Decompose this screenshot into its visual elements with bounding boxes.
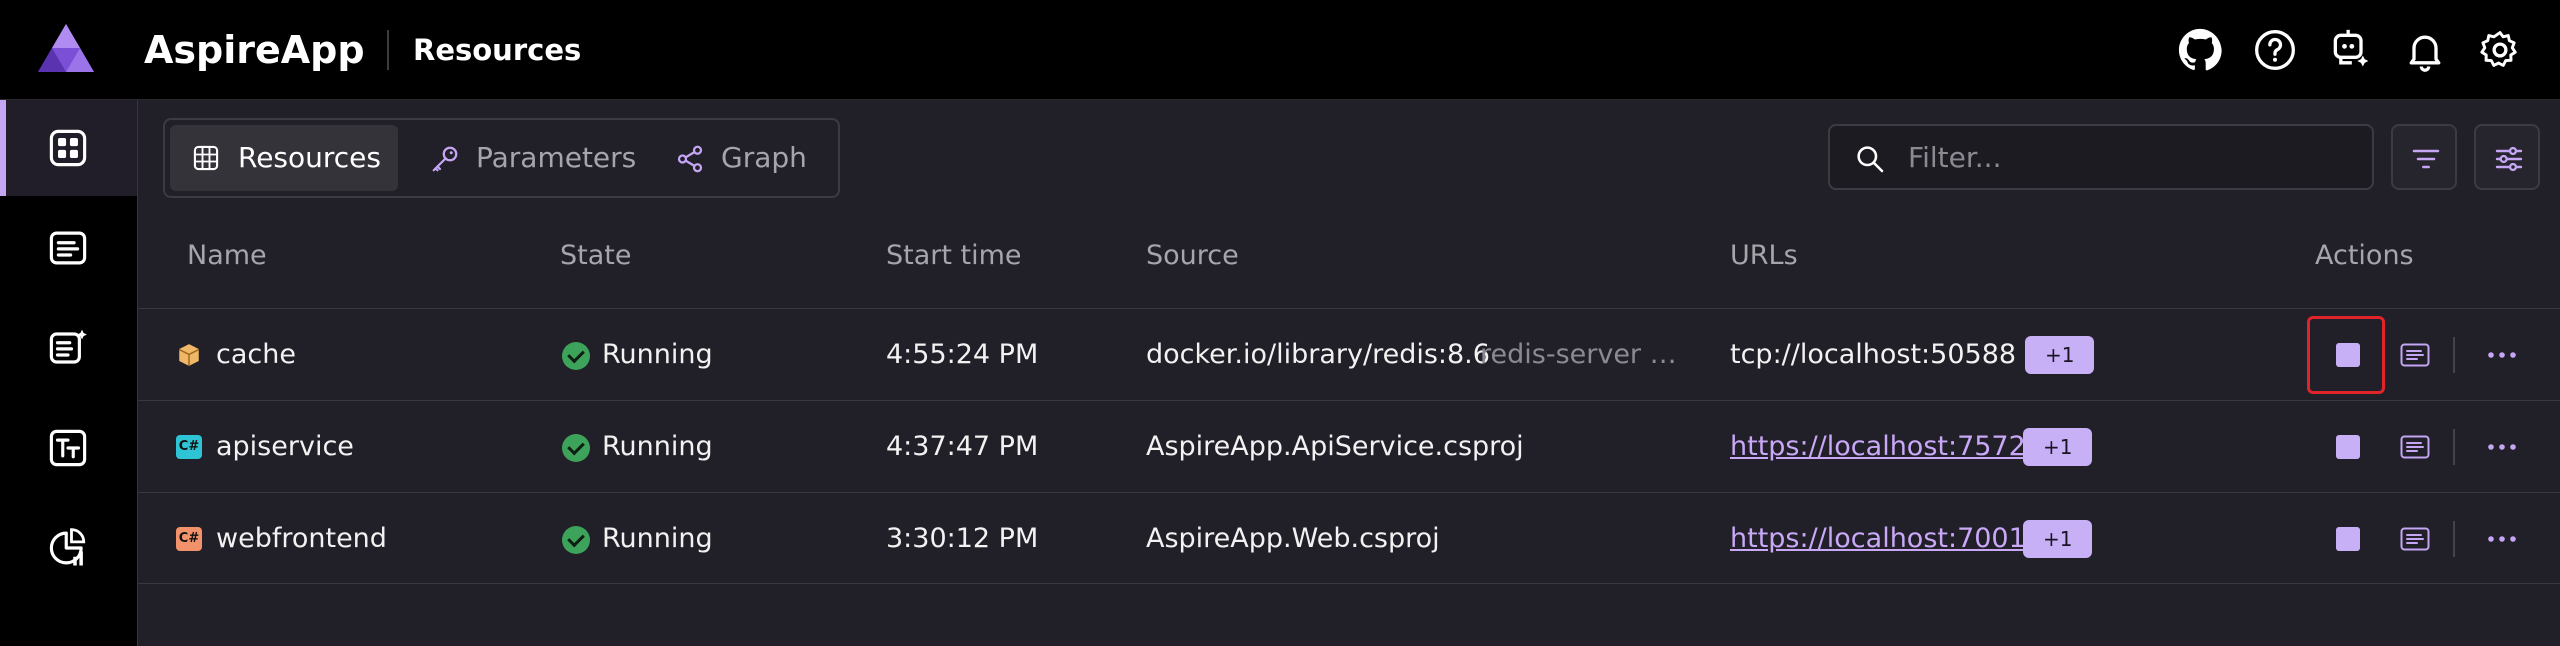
sliders-icon: [2495, 146, 2523, 172]
tab-resources-label: Resources: [238, 141, 381, 174]
action-divider: [2453, 521, 2455, 557]
resource-source: docker.io/library/redis:8.6: [1146, 339, 1490, 370]
csharp-project-icon: C#: [176, 527, 202, 551]
resource-name[interactable]: cache: [216, 309, 296, 401]
filter-lines-icon: [2412, 149, 2440, 169]
sidebar-item-metrics[interactable]: [0, 500, 137, 596]
copilot-icon[interactable]: [2328, 28, 2372, 72]
tab-graph[interactable]: Graph: [653, 125, 833, 191]
aspire-logo-icon[interactable]: [38, 24, 94, 74]
console-logs-button[interactable]: [2386, 309, 2442, 401]
filter-box: [1828, 124, 2374, 190]
console-logs-button[interactable]: [2386, 493, 2442, 585]
more-horizontal-icon: [2488, 444, 2516, 450]
resource-source: AspireApp.ApiService.csproj: [1146, 431, 1524, 462]
title-divider: [387, 30, 389, 70]
sidebar-item-resources[interactable]: [0, 100, 137, 196]
share-icon: [677, 145, 703, 173]
stop-icon: [2336, 527, 2360, 551]
resource-state: Running: [602, 523, 713, 554]
main-panel: Resources Parameters Graph Name State St…: [137, 100, 2560, 646]
grid-icon: [49, 129, 87, 167]
more-urls-badge[interactable]: +1: [2023, 520, 2093, 558]
page-name: Resources: [413, 33, 582, 67]
key-icon: [432, 146, 458, 172]
console-logs-icon: [2400, 343, 2430, 367]
table-row[interactable]: C# webfrontend Running 3:30:12 PM Aspire…: [138, 492, 2560, 584]
table-row[interactable]: C# apiservice Running 4:37:47 PM AspireA…: [138, 400, 2560, 492]
traces-icon: [49, 429, 87, 467]
stop-button[interactable]: [2310, 493, 2386, 585]
tab-parameters-label: Parameters: [476, 141, 637, 174]
console-icon: [49, 231, 87, 265]
column-header-actions: Actions: [2315, 240, 2414, 271]
stop-button[interactable]: [2310, 401, 2386, 493]
resource-source-args: redis-server …: [1480, 339, 1677, 370]
settings-icon[interactable]: [2478, 28, 2522, 72]
resource-start-time: 3:30:12 PM: [886, 523, 1039, 554]
top-bar: AspireApp Resources: [0, 0, 2560, 100]
view-tabs: Resources Parameters Graph: [163, 118, 840, 198]
resource-start-time: 4:37:47 PM: [886, 431, 1039, 462]
resource-url-link[interactable]: https://localhost:7001: [1730, 493, 2026, 585]
stop-icon: [2336, 435, 2360, 459]
console-logs-icon: [2400, 527, 2430, 551]
notifications-icon[interactable]: [2403, 28, 2447, 72]
resource-start-time: 4:55:24 PM: [886, 339, 1039, 370]
more-horizontal-icon: [2488, 352, 2516, 358]
action-divider: [2453, 429, 2455, 465]
more-actions-button[interactable]: [2472, 401, 2532, 493]
column-header-source[interactable]: Source: [1146, 240, 1239, 271]
console-logs-icon: [2400, 435, 2430, 459]
sidebar-item-structured-logs[interactable]: [0, 300, 137, 396]
sidebar: [0, 100, 137, 646]
more-actions-button[interactable]: [2472, 493, 2532, 585]
resource-name[interactable]: webfrontend: [216, 493, 387, 585]
more-actions-button[interactable]: [2472, 309, 2532, 401]
settings-sliders-button[interactable]: [2474, 124, 2540, 190]
resource-url-link[interactable]: https://localhost:7572: [1730, 401, 2026, 493]
table-row[interactable]: cache Running 4:55:24 PM docker.io/libra…: [138, 308, 2560, 400]
stop-button[interactable]: [2310, 309, 2386, 401]
resource-name[interactable]: apiservice: [216, 401, 354, 493]
resource-state: Running: [602, 431, 713, 462]
structured-logs-icon: [49, 329, 87, 364]
more-horizontal-icon: [2488, 536, 2516, 542]
table-icon: [193, 145, 219, 171]
column-header-urls[interactable]: URLs: [1730, 240, 1798, 271]
action-divider: [2453, 337, 2455, 373]
tab-graph-label: Graph: [721, 141, 807, 174]
column-header-name[interactable]: Name: [187, 240, 267, 271]
app-title[interactable]: AspireApp: [144, 24, 365, 76]
sidebar-item-traces[interactable]: [0, 400, 137, 496]
csharp-project-icon: C#: [176, 435, 202, 459]
sidebar-item-console-logs[interactable]: [0, 200, 137, 296]
search-icon: [1857, 146, 1884, 173]
container-icon: [178, 344, 200, 366]
console-logs-button[interactable]: [2386, 401, 2442, 493]
metrics-icon: [49, 528, 86, 566]
github-icon[interactable]: [2178, 28, 2222, 72]
more-urls-badge[interactable]: +1: [2023, 428, 2093, 466]
tab-resources[interactable]: Resources: [170, 125, 398, 191]
running-check-icon: [562, 526, 590, 554]
more-urls-badge[interactable]: +1: [2025, 336, 2095, 374]
column-header-state[interactable]: State: [560, 240, 631, 271]
resource-url: tcp://localhost:50588: [1730, 339, 2017, 370]
filter-options-button[interactable]: [2391, 124, 2457, 190]
running-check-icon: [562, 434, 590, 462]
tab-parameters[interactable]: Parameters: [408, 125, 643, 191]
help-icon[interactable]: [2253, 28, 2297, 72]
running-check-icon: [562, 342, 590, 370]
stop-icon: [2336, 343, 2360, 367]
filter-input[interactable]: [1908, 134, 2348, 180]
resource-state: Running: [602, 339, 713, 370]
resource-source: AspireApp.Web.csproj: [1146, 523, 1440, 554]
column-header-start-time[interactable]: Start time: [886, 240, 1022, 271]
